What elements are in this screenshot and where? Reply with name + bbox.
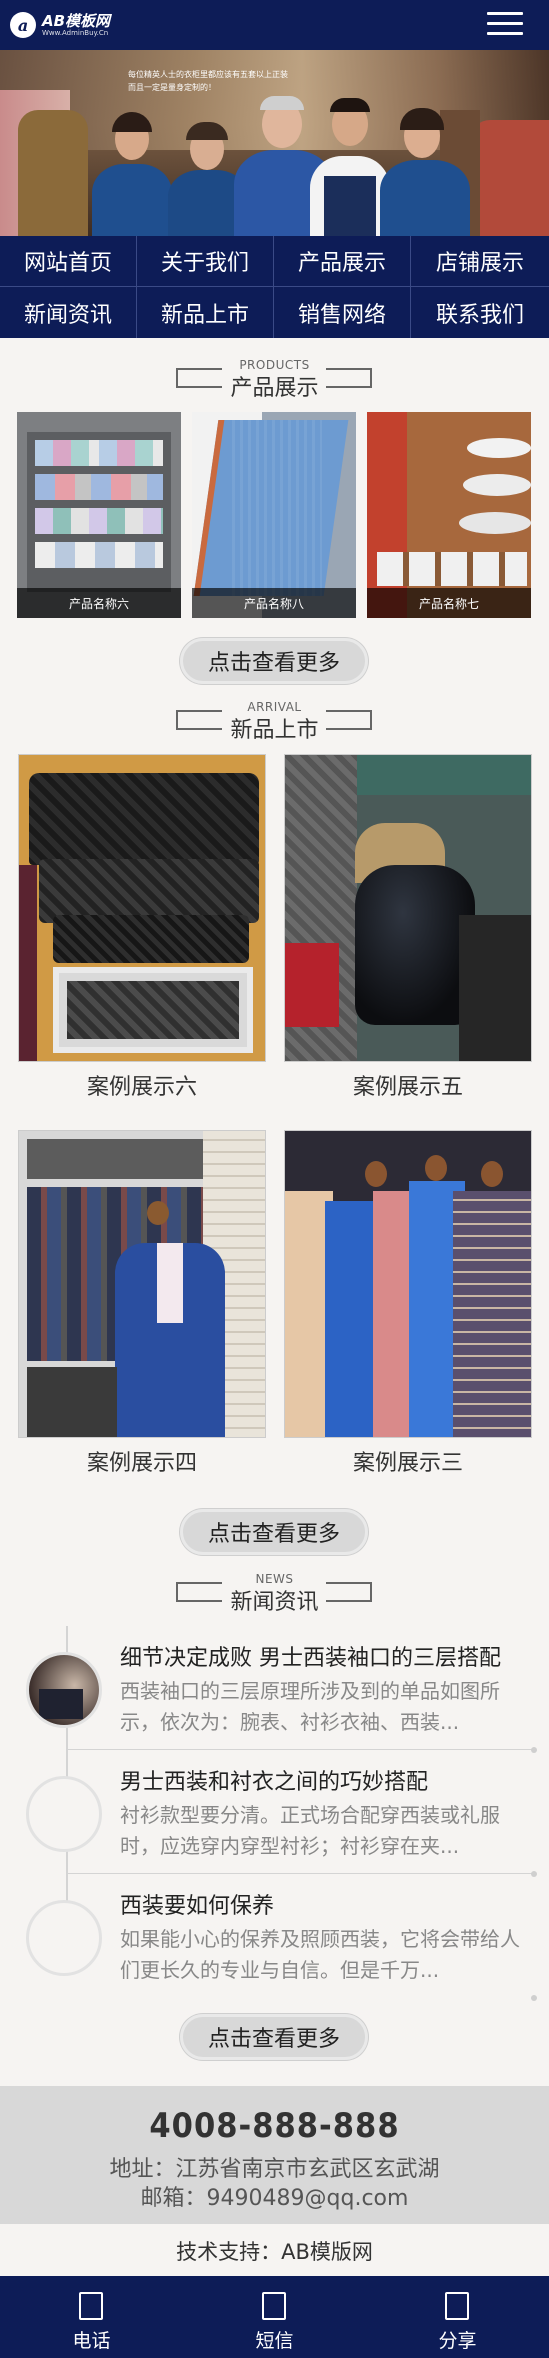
case-name: 案例展示六 (86, 1075, 197, 1100)
bottom-phone-button[interactable]: 电话 (0, 2276, 183, 2358)
news-desc: 衬衫款型要分清。正式场合配穿西装或礼服时，应选穿内穿型衬衫；衬衫穿在夹... (120, 1803, 500, 1858)
bottom-label: 电话 (72, 2330, 111, 2352)
products-section-title: PRODUCTS 产品展示 (0, 358, 549, 401)
product-name: 产品名称七 (367, 588, 531, 618)
news-title: 男士西装和衬衣之间的巧妙搭配 (120, 1770, 429, 1795)
hamburger-menu-icon[interactable] (487, 12, 523, 38)
product-card[interactable]: 产品名称八 (192, 412, 356, 618)
banner-caption: 每位精英人士的衣柜里都应该有五套以上正装 而且一定是量身定制的！ (128, 70, 288, 92)
news-title: 西装要如何保养 (120, 1894, 275, 1919)
news-item[interactable]: 细节决定成败 男士西装袖口的三层搭配 西装袖口的三层原理所涉及到的单品如图所示，… (0, 1628, 549, 1753)
logo[interactable]: a AB模板网 Www.AdminBuy.Cn (10, 9, 110, 41)
message-icon (262, 2292, 286, 2320)
nav-about[interactable]: 关于我们 (137, 236, 274, 287)
nav-sales-network[interactable]: 销售网络 (274, 287, 411, 338)
contact-email[interactable]: 邮箱：9490489@qq.com (0, 2180, 549, 2212)
section-title-zh: 新品上市 (230, 718, 319, 743)
news-item[interactable]: 西装要如何保养 如果能小心的保养及照顾西装，它将会带给人们更长久的专业与自信。但… (0, 1876, 549, 2001)
phone-icon (79, 2292, 103, 2320)
hero-banner[interactable]: 每位精英人士的衣柜里都应该有五套以上正装 而且一定是量身定制的！ (0, 50, 549, 236)
bottom-label: 短信 (255, 2330, 294, 2352)
news-more-button[interactable]: 点击查看更多 (180, 2014, 368, 2060)
nav-contact[interactable]: 联系我们 (411, 287, 549, 338)
news-thumbnail (26, 1652, 102, 1728)
bottom-share-button[interactable]: 分享 (366, 2276, 549, 2358)
news-item[interactable]: 男士西装和衬衣之间的巧妙搭配 衬衫款型要分清。正式场合配穿西装或礼服时，应选穿内… (0, 1752, 549, 1877)
nav-stores[interactable]: 店铺展示 (411, 236, 549, 287)
section-title-zh: 产品展示 (230, 376, 319, 401)
product-card[interactable]: 产品名称七 (367, 412, 531, 618)
news-title: 细节决定成败 男士西装袖口的三层搭配 (120, 1646, 501, 1671)
contact-address: 地址：江苏省南京市玄武区玄武湖 (109, 2157, 440, 2182)
nav-new-arrivals[interactable]: 新品上市 (137, 287, 274, 338)
nav-products[interactable]: 产品展示 (274, 236, 411, 287)
logo-subtitle: Www.AdminBuy.Cn (42, 29, 109, 37)
contact-phone[interactable]: 4008-888-888 (0, 2106, 549, 2146)
news-thumbnail (26, 1900, 102, 1976)
contact-panel: 4008-888-888 地址：江苏省南京市玄武区玄武湖 邮箱：9490489@… (0, 2086, 549, 2224)
case-name: 案例展示五 (352, 1075, 463, 1100)
logo-title: AB模板网 (42, 12, 111, 30)
product-name: 产品名称六 (17, 588, 181, 618)
bottom-label: 分享 (438, 2330, 477, 2352)
products-more-button[interactable]: 点击查看更多 (180, 638, 368, 684)
main-nav: 网站首页 关于我们 产品展示 店铺展示 新闻资讯 新品上市 销售网络 联系我们 (0, 236, 549, 338)
case-name: 案例展示四 (86, 1451, 197, 1476)
bottom-message-button[interactable]: 短信 (183, 2276, 366, 2358)
news-desc: 西装袖口的三层原理所涉及到的单品如图所示，依次为：腕表、衬衫衣袖、西装... (120, 1679, 500, 1734)
product-name: 产品名称八 (192, 588, 356, 618)
logo-icon: a (10, 12, 36, 38)
news-section-title: NEWS 新闻资讯 (0, 1572, 549, 1615)
nav-home[interactable]: 网站首页 (0, 236, 137, 287)
site-header: a AB模板网 Www.AdminBuy.Cn (0, 0, 549, 50)
product-card[interactable]: 产品名称六 (17, 412, 181, 618)
nav-news[interactable]: 新闻资讯 (0, 287, 137, 338)
share-icon (445, 2292, 469, 2320)
arrival-section-title: ARRIVAL 新品上市 (0, 700, 549, 743)
news-thumbnail (26, 1776, 102, 1852)
tech-support[interactable]: 技术支持：AB模版网 (0, 2236, 549, 2266)
case-name: 案例展示三 (352, 1451, 463, 1476)
bottom-bar: 电话 短信 分享 (0, 2276, 549, 2358)
section-title-zh: 新闻资讯 (230, 1590, 319, 1615)
news-desc: 如果能小心的保养及照顾西装，它将会带给人们更长久的专业与自信。但是千万... (120, 1927, 520, 1982)
arrival-more-button[interactable]: 点击查看更多 (180, 1509, 368, 1555)
